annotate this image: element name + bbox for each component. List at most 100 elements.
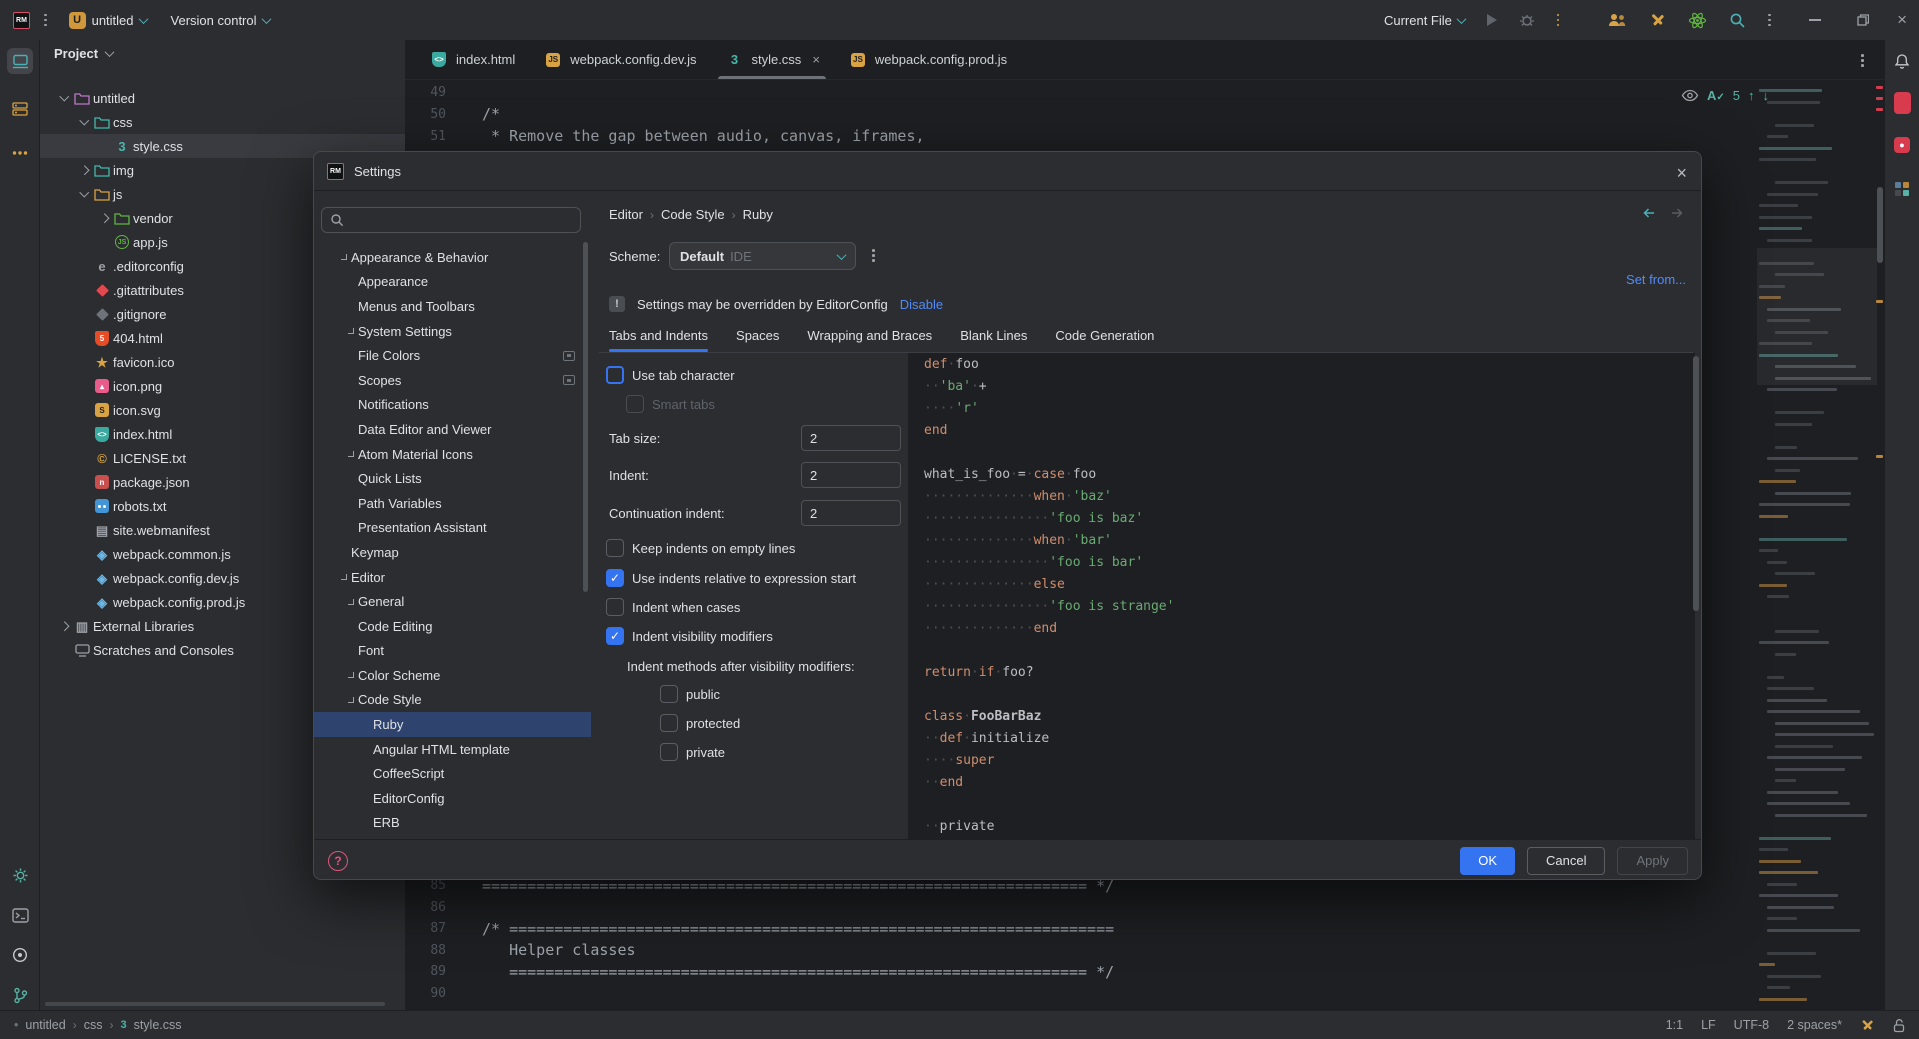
- checkbox-indent-visibility-modifiers[interactable]: ✓: [606, 627, 624, 645]
- dialog-title-bar[interactable]: RM Settings: [314, 152, 1701, 191]
- chevron-down-icon[interactable]: [76, 192, 92, 196]
- editor-tab[interactable]: JSwebpack.config.dev.js: [529, 40, 710, 79]
- notifications-bell-icon[interactable]: [1889, 48, 1915, 74]
- settings-tree-item[interactable]: Code Editing: [314, 614, 591, 639]
- settings-tree-item[interactable]: Data Editor and Viewer: [314, 417, 591, 442]
- error-stripe-mark[interactable]: [1876, 97, 1883, 100]
- settings-search-input[interactable]: [350, 213, 550, 228]
- settings-tree-item[interactable]: Presentation Assistant: [314, 516, 591, 541]
- project-tree-item[interactable]: untitled: [40, 86, 405, 110]
- services-tool-button[interactable]: [7, 942, 33, 968]
- dialog-close-icon[interactable]: ×: [1676, 163, 1687, 184]
- settings-tree-item[interactable]: Path Variables: [314, 491, 591, 516]
- chevron-right-icon[interactable]: [343, 451, 358, 457]
- checkbox-use-indents-relative-to-expression-start[interactable]: ✓: [606, 569, 624, 587]
- code-with-me-icon[interactable]: [1607, 12, 1627, 28]
- terminal-tool-button[interactable]: [7, 902, 33, 928]
- settings-tree-item[interactable]: Quick Lists: [314, 466, 591, 491]
- run-configuration-selector[interactable]: Current File: [1384, 13, 1465, 28]
- settings-tree-item[interactable]: ERB: [314, 811, 591, 836]
- input-tab-size-[interactable]: [801, 425, 901, 451]
- code-minimap[interactable]: [1757, 85, 1875, 1010]
- chevron-down-icon[interactable]: [336, 574, 351, 580]
- build-tools-icon[interactable]: [1649, 12, 1666, 29]
- settings-breadcrumb[interactable]: Editor›Code Style›Ruby: [609, 207, 773, 222]
- settings-tree-item[interactable]: Ruby: [314, 712, 591, 737]
- chevron-right-icon[interactable]: [56, 623, 72, 630]
- settings-tree-item[interactable]: CoffeeScript: [314, 761, 591, 786]
- chevron-down-icon[interactable]: [76, 120, 92, 124]
- chevron-down-icon[interactable]: [336, 254, 351, 260]
- settings-tree-item[interactable]: System Settings: [314, 319, 591, 344]
- chevron-down-icon[interactable]: [343, 697, 358, 703]
- disable-link[interactable]: Disable: [900, 297, 943, 312]
- chevron-right-icon[interactable]: [343, 599, 358, 605]
- breadcrumb-item[interactable]: Editor: [609, 207, 643, 222]
- close-window-button[interactable]: ×: [1897, 10, 1907, 30]
- settings-tree-item[interactable]: File Colors: [314, 343, 591, 368]
- checkbox-use-tab-character[interactable]: [606, 366, 624, 384]
- settings-tree-item[interactable]: Menus and Toolbars: [314, 294, 591, 319]
- editor-code-bottom[interactable]: 85======================================…: [405, 875, 1695, 1004]
- editor-tab[interactable]: JSwebpack.config.prod.js: [834, 40, 1021, 79]
- caret-position[interactable]: 1:1: [1666, 1018, 1683, 1032]
- commit-tool-button[interactable]: [7, 96, 33, 122]
- chevron-right-icon[interactable]: [343, 672, 358, 678]
- input-indent-[interactable]: [801, 462, 901, 488]
- vcs-widget[interactable]: Version control: [171, 13, 270, 28]
- status-breadcrumbs[interactable]: • untitled › css › 3 style.css: [0, 1018, 182, 1032]
- forward-arrow-icon[interactable]: [1669, 205, 1685, 221]
- error-stripe-mark[interactable]: [1876, 86, 1883, 89]
- chevron-right-icon[interactable]: [96, 215, 112, 222]
- tool-window-icon-red[interactable]: [1889, 90, 1915, 116]
- preview-scrollbar[interactable]: [1693, 356, 1699, 611]
- git-branch-icon[interactable]: [7, 982, 33, 1008]
- settings-tree-item[interactable]: Appearance: [314, 270, 591, 295]
- tab-options-icon[interactable]: [1861, 54, 1864, 67]
- settings-tree-item[interactable]: Color Scheme: [314, 663, 591, 688]
- settings-tree-item[interactable]: Atom Material Icons: [314, 442, 591, 467]
- unlocked-icon[interactable]: [1893, 1018, 1905, 1033]
- tab-tabs-and-indents[interactable]: Tabs and Indents: [609, 328, 708, 352]
- project-horizontal-scrollbar[interactable]: [45, 1002, 385, 1006]
- apply-button[interactable]: Apply: [1617, 847, 1688, 875]
- settings-tree-item[interactable]: EditorConfig: [314, 786, 591, 811]
- atom-plugin-icon[interactable]: [1688, 11, 1707, 30]
- search-everywhere-icon[interactable]: [1729, 12, 1746, 29]
- help-icon[interactable]: ?: [328, 851, 348, 871]
- reader-mode-eye-icon[interactable]: [1681, 89, 1699, 102]
- checkbox-keep-indents-on-empty-lines[interactable]: [606, 539, 624, 557]
- checkbox-indent-when-cases[interactable]: [606, 598, 624, 616]
- line-separator[interactable]: LF: [1701, 1018, 1716, 1032]
- debug-button[interactable]: [1519, 12, 1535, 28]
- breadcrumb-item[interactable]: Code Style: [661, 207, 725, 222]
- build-tools-status-icon[interactable]: [1860, 1018, 1875, 1033]
- set-from-link[interactable]: Set from...: [1626, 272, 1686, 287]
- maximize-button[interactable]: [1857, 14, 1869, 26]
- settings-tree-item[interactable]: General: [314, 589, 591, 614]
- close-tab-icon[interactable]: ×: [812, 52, 820, 67]
- more-toolbar-icon[interactable]: [1768, 14, 1771, 27]
- settings-tree-item[interactable]: Notifications: [314, 393, 591, 418]
- cancel-button[interactable]: Cancel: [1527, 847, 1605, 875]
- editor-code-top[interactable]: 4950/*51 * Remove the gap between audio,…: [405, 81, 1695, 147]
- chevron-right-icon[interactable]: [343, 328, 358, 334]
- settings-gear-icon[interactable]: [7, 862, 33, 888]
- tab-spaces[interactable]: Spaces: [736, 328, 779, 352]
- settings-search-box[interactable]: [321, 207, 581, 233]
- checkbox-private[interactable]: [660, 743, 678, 761]
- main-menu-icon[interactable]: [44, 14, 47, 27]
- settings-tree-item[interactable]: Keymap: [314, 540, 591, 565]
- more-tool-windows-icon[interactable]: [7, 140, 33, 166]
- database-tool-icon[interactable]: [1889, 176, 1915, 202]
- scheme-dropdown[interactable]: Default IDE: [669, 242, 856, 270]
- warning-stripe-mark[interactable]: [1876, 300, 1883, 303]
- scheme-options-icon[interactable]: [872, 249, 875, 262]
- tab-wrapping-and-braces[interactable]: Wrapping and Braces: [807, 328, 932, 352]
- project-widget[interactable]: U untitled: [69, 12, 147, 29]
- project-tree-item[interactable]: css: [40, 110, 405, 134]
- checkbox-public[interactable]: [660, 685, 678, 703]
- warning-stripe-mark[interactable]: [1876, 455, 1883, 458]
- settings-tree-item[interactable]: Scopes: [314, 368, 591, 393]
- settings-tree-item[interactable]: Code Style: [314, 688, 591, 713]
